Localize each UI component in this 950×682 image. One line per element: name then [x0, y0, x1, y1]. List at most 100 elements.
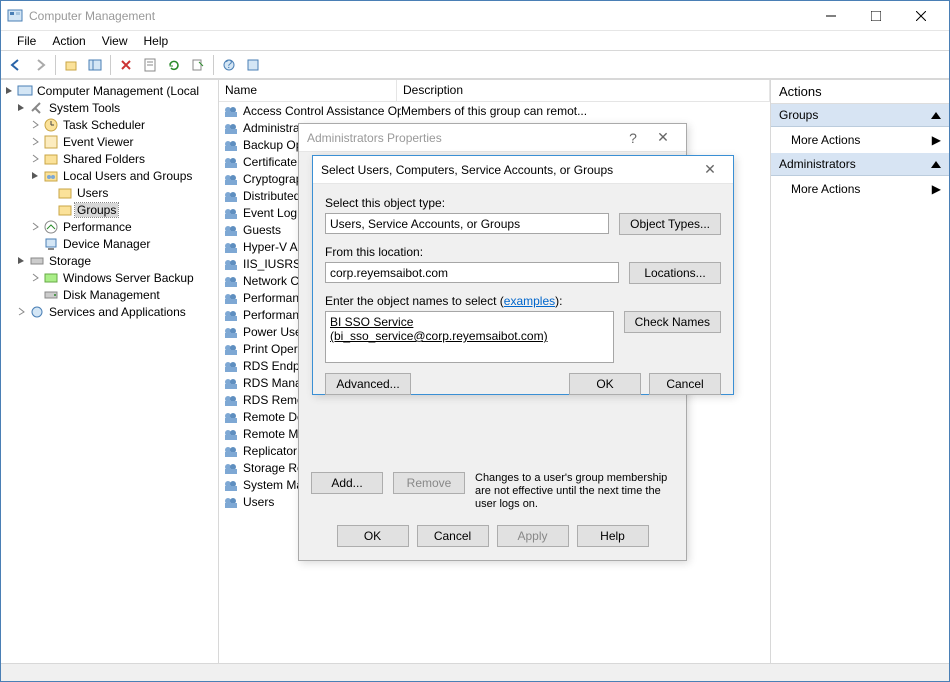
check-names-button[interactable]: Check Names: [624, 311, 721, 333]
help-button[interactable]: Help: [577, 525, 649, 547]
actions-more-2[interactable]: More Actions ▶: [771, 176, 949, 202]
column-name[interactable]: Name: [219, 80, 397, 101]
cancel-button[interactable]: Cancel: [649, 373, 721, 395]
chevron-right-icon: ▶: [932, 182, 941, 196]
tree-users[interactable]: Users: [1, 184, 218, 201]
expander-icon[interactable]: [3, 86, 15, 95]
actions-title: Actions: [771, 80, 949, 104]
properties-button[interactable]: [139, 54, 161, 76]
tree-windows-server-backup[interactable]: Windows Server Backup: [1, 269, 218, 286]
help-button[interactable]: ?: [218, 54, 240, 76]
expander-icon[interactable]: [29, 273, 41, 282]
advanced-button[interactable]: Advanced...: [325, 373, 411, 395]
expander-icon[interactable]: [29, 137, 41, 146]
group-icon: [223, 120, 239, 136]
tree-label: Local Users and Groups: [61, 169, 194, 183]
group-icon: [223, 392, 239, 408]
group-icon: [223, 460, 239, 476]
object-types-button[interactable]: Object Types...: [619, 213, 721, 235]
tree-shared-folders[interactable]: Shared Folders: [1, 150, 218, 167]
column-description[interactable]: Description: [397, 80, 770, 101]
more-actions-label: More Actions: [791, 182, 860, 196]
apply-button[interactable]: Apply: [497, 525, 569, 547]
ok-button[interactable]: OK: [337, 525, 409, 547]
expander-icon[interactable]: [29, 171, 41, 180]
close-button[interactable]: ✕: [695, 161, 725, 178]
locations-button[interactable]: Locations...: [629, 262, 721, 284]
list-header: Name Description: [219, 80, 770, 102]
expander-icon[interactable]: [29, 154, 41, 163]
group-icon: [223, 494, 239, 510]
actions-section-admins[interactable]: Administrators: [771, 153, 949, 176]
cancel-button[interactable]: Cancel: [417, 525, 489, 547]
tree-performance[interactable]: Performance: [1, 218, 218, 235]
tree-label: Windows Server Backup: [61, 271, 196, 285]
window-titlebar: Computer Management: [1, 1, 949, 31]
expander-icon[interactable]: [29, 120, 41, 129]
maximize-button[interactable]: [853, 2, 898, 30]
remove-button[interactable]: Remove: [393, 472, 465, 494]
close-button[interactable]: [898, 2, 943, 30]
expander-icon[interactable]: [15, 307, 27, 316]
back-button[interactable]: [5, 54, 27, 76]
group-icon: [223, 409, 239, 425]
device-icon: [43, 236, 59, 252]
expander-icon[interactable]: [15, 103, 27, 112]
delete-button[interactable]: [115, 54, 137, 76]
tree-services-apps[interactable]: Services and Applications: [1, 303, 218, 320]
close-button[interactable]: ✕: [648, 129, 678, 146]
storage-icon: [29, 253, 45, 269]
ok-button[interactable]: OK: [569, 373, 641, 395]
actions-section-groups[interactable]: Groups: [771, 104, 949, 127]
forward-button[interactable]: [29, 54, 51, 76]
collapse-icon: [931, 112, 941, 119]
object-type-input[interactable]: [325, 213, 609, 234]
tree-disk-management[interactable]: Disk Management: [1, 286, 218, 303]
list-item[interactable]: Access Control Assistance OperatorsMembe…: [219, 102, 770, 119]
tree-device-manager[interactable]: Device Manager: [1, 235, 218, 252]
tree-pane: Computer Management (Local System Tools …: [1, 80, 219, 663]
help2-button[interactable]: [242, 54, 264, 76]
location-input[interactable]: [325, 262, 619, 283]
group-icon: [223, 188, 239, 204]
examples-link[interactable]: examples: [504, 294, 555, 308]
expander-icon[interactable]: [15, 256, 27, 265]
menu-file[interactable]: File: [9, 32, 44, 50]
tree-event-viewer[interactable]: Event Viewer: [1, 133, 218, 150]
object-names-input[interactable]: BI SSO Service (bi_sso_service@corp.reye…: [325, 311, 614, 363]
tree-storage[interactable]: Storage: [1, 252, 218, 269]
minimize-button[interactable]: [808, 2, 853, 30]
shared-folder-icon: [43, 151, 59, 167]
services-icon: [29, 304, 45, 320]
membership-note: Changes to a user's group membership are…: [475, 472, 674, 511]
add-button[interactable]: Add...: [311, 472, 383, 494]
tree-groups[interactable]: Groups: [1, 201, 218, 218]
menu-view[interactable]: View: [94, 32, 136, 50]
expander-icon[interactable]: [29, 222, 41, 231]
computer-icon: [17, 83, 33, 99]
folder-icon: [57, 185, 73, 201]
up-button[interactable]: [60, 54, 82, 76]
actions-more-1[interactable]: More Actions ▶: [771, 127, 949, 153]
dialog-title: Select Users, Computers, Service Account…: [321, 163, 695, 177]
tree-label: Event Viewer: [61, 135, 135, 149]
menu-action[interactable]: Action: [44, 32, 93, 50]
location-label: From this location:: [325, 245, 721, 259]
tree-label: Storage: [47, 254, 93, 268]
tree-local-users[interactable]: Local Users and Groups: [1, 167, 218, 184]
group-icon: [223, 324, 239, 340]
show-hide-button[interactable]: [84, 54, 106, 76]
tree-root[interactable]: Computer Management (Local: [1, 82, 218, 99]
refresh-button[interactable]: [163, 54, 185, 76]
window-title: Computer Management: [29, 9, 808, 23]
actions-section-label: Groups: [779, 108, 818, 122]
tree-task-scheduler[interactable]: Task Scheduler: [1, 116, 218, 133]
tree-label: Shared Folders: [61, 152, 147, 166]
export-button[interactable]: [187, 54, 209, 76]
help-button[interactable]: ?: [618, 130, 648, 146]
group-icon: [223, 154, 239, 170]
tree-system-tools[interactable]: System Tools: [1, 99, 218, 116]
names-label-suffix: ):: [555, 294, 562, 308]
menu-help[interactable]: Help: [136, 32, 177, 50]
group-icon: [223, 358, 239, 374]
